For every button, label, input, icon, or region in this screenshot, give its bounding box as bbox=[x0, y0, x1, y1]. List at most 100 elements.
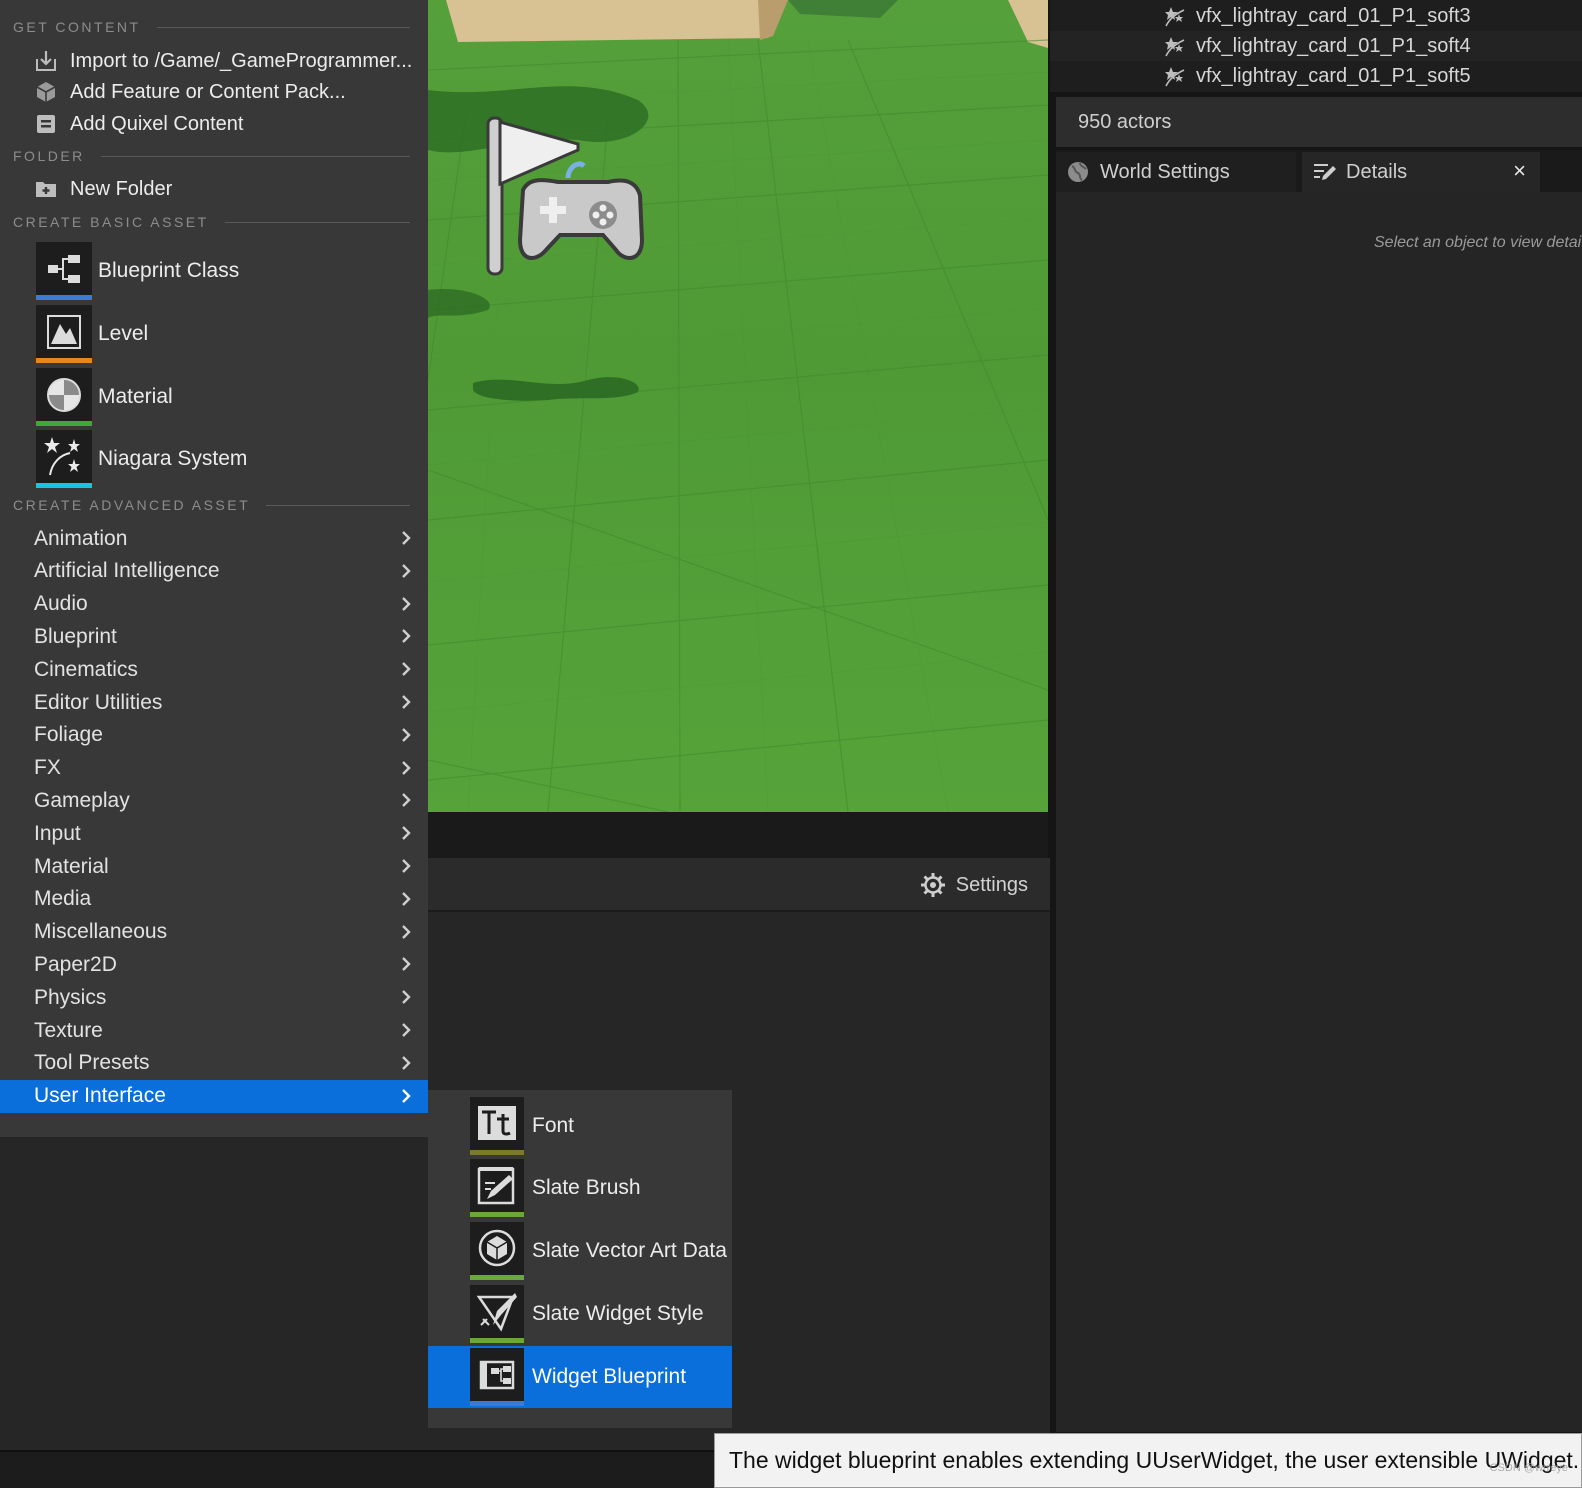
slate-vector-art-data-item[interactable]: Slate Vector Art Data bbox=[428, 1220, 732, 1282]
world-outliner: vfx_lightray_card_01_P1_soft3 vfx_lightr… bbox=[1050, 0, 1582, 92]
new-folder-icon bbox=[36, 182, 56, 197]
category-input[interactable]: Input bbox=[0, 817, 428, 850]
viewport-footer bbox=[428, 812, 1048, 858]
menu-item-label: Add Quixel Content bbox=[70, 112, 244, 135]
category-media[interactable]: Media bbox=[0, 883, 428, 916]
category-tool-presets[interactable]: Tool Presets bbox=[0, 1047, 428, 1080]
chevron-right-icon bbox=[402, 563, 411, 578]
settings-button[interactable]: Settings bbox=[920, 870, 1028, 900]
asset-thumbnail bbox=[36, 430, 92, 488]
details-panel: Select an object to view detai bbox=[1056, 192, 1582, 1432]
category-editor-utilities[interactable]: Editor Utilities bbox=[0, 686, 428, 719]
close-icon[interactable]: × bbox=[1513, 160, 1526, 182]
category-texture[interactable]: Texture bbox=[0, 1014, 428, 1047]
details-tab-strip: World Settings Details × bbox=[1056, 150, 1582, 192]
outliner-row[interactable]: vfx_lightray_card_01_P1_soft4 bbox=[1050, 31, 1582, 61]
level-viewport[interactable] bbox=[428, 0, 1048, 812]
asset-label: Blueprint Class bbox=[98, 259, 240, 282]
chevron-right-icon bbox=[402, 990, 411, 1005]
category-audio[interactable]: Audio bbox=[0, 588, 428, 621]
category-blueprint[interactable]: Blueprint bbox=[0, 620, 428, 653]
niagara-system-item[interactable]: Niagara System bbox=[36, 430, 426, 488]
gear-icon bbox=[920, 873, 945, 897]
category-label: Tool Presets bbox=[34, 1051, 150, 1075]
section-label: FOLDER bbox=[13, 148, 85, 164]
asset-color-bar bbox=[36, 421, 92, 426]
asset-color-bar bbox=[36, 358, 92, 363]
category-label: Cinematics bbox=[34, 657, 138, 681]
submenu-item-label: Widget Blueprint bbox=[532, 1365, 687, 1388]
outliner-row[interactable]: vfx_lightray_card_01_P1_soft5 bbox=[1050, 61, 1582, 91]
material-icon bbox=[47, 378, 81, 412]
blueprint-class-item[interactable]: Blueprint Class bbox=[36, 242, 426, 300]
outliner-row-label: vfx_lightray_card_01_P1_soft5 bbox=[1196, 64, 1471, 87]
category-label: Artificial Intelligence bbox=[34, 559, 220, 583]
tab-details[interactable]: Details × bbox=[1302, 152, 1540, 192]
chevron-right-icon bbox=[402, 859, 411, 873]
asset-label: Level bbox=[98, 322, 149, 345]
chevron-right-icon bbox=[402, 826, 411, 841]
section-folder: FOLDER bbox=[13, 146, 410, 166]
category-label: Paper2D bbox=[34, 952, 117, 976]
slate-brush-icon bbox=[477, 1167, 515, 1205]
category-paper2d[interactable]: Paper2D bbox=[0, 948, 428, 981]
quixel-icon bbox=[37, 115, 55, 133]
asset-color-bar bbox=[36, 483, 92, 488]
asset-color-bar bbox=[470, 1401, 524, 1406]
chevron-right-icon bbox=[402, 727, 411, 742]
section-create-basic-asset: CREATE BASIC ASSET bbox=[13, 212, 410, 232]
new-folder-menu-item[interactable]: New Folder bbox=[34, 173, 424, 205]
add-quixel-menu-item[interactable]: Add Quixel Content bbox=[34, 108, 424, 140]
asset-thumbnail bbox=[36, 242, 92, 300]
category-artificial-intelligence[interactable]: Artificial Intelligence bbox=[0, 555, 428, 588]
category-label: Media bbox=[34, 887, 92, 911]
submenu-item-label: Slate Brush bbox=[532, 1176, 641, 1199]
edit-icon bbox=[1314, 164, 1336, 180]
chevron-right-icon bbox=[402, 596, 411, 611]
asset-color-bar bbox=[470, 1338, 524, 1343]
outliner-row[interactable]: vfx_lightray_card_01_P1_soft3 bbox=[1050, 1, 1582, 31]
chevron-right-icon bbox=[402, 924, 411, 939]
material-item[interactable]: Material bbox=[36, 368, 426, 426]
asset-thumbnail bbox=[470, 1222, 524, 1280]
chevron-right-icon bbox=[402, 1023, 411, 1037]
category-cinematics[interactable]: Cinematics bbox=[0, 653, 428, 686]
category-label: Audio bbox=[34, 592, 88, 616]
level-icon bbox=[47, 315, 81, 349]
asset-color-bar bbox=[470, 1275, 524, 1280]
menu-item-label: Add Feature or Content Pack... bbox=[70, 80, 346, 103]
submenu-item-label: Slate Widget Style bbox=[532, 1302, 704, 1325]
category-fx[interactable]: FX bbox=[0, 752, 428, 785]
section-label: CREATE ADVANCED ASSET bbox=[13, 497, 251, 513]
level-item[interactable]: Level bbox=[36, 305, 426, 363]
add-content-pack-menu-item[interactable]: Add Feature or Content Pack... bbox=[34, 76, 424, 108]
category-miscellaneous[interactable]: Miscellaneous bbox=[0, 916, 428, 949]
niagara-actor-icon bbox=[1165, 67, 1185, 87]
tab-details-label: Details bbox=[1346, 160, 1408, 183]
chevron-right-icon bbox=[402, 957, 411, 972]
category-label: Foliage bbox=[34, 723, 103, 747]
category-material[interactable]: Material bbox=[0, 850, 428, 883]
slate-brush-item[interactable]: Slate Brush bbox=[428, 1157, 732, 1219]
category-label: Gameplay bbox=[34, 788, 130, 812]
submenu-item-label: Slate Vector Art Data bbox=[532, 1239, 727, 1262]
tab-world-settings[interactable]: World Settings bbox=[1056, 152, 1296, 192]
category-animation[interactable]: Animation bbox=[0, 522, 428, 555]
settings-label: Settings bbox=[955, 873, 1028, 896]
font-item[interactable]: Font bbox=[428, 1095, 732, 1157]
niagara-actor-icon bbox=[1165, 37, 1185, 57]
slate-widget-style-item[interactable]: Slate Widget Style bbox=[428, 1283, 732, 1345]
category-foliage[interactable]: Foliage bbox=[0, 719, 428, 752]
category-label: Miscellaneous bbox=[34, 920, 168, 944]
category-user-interface[interactable]: User Interface bbox=[0, 1079, 428, 1113]
import-menu-item[interactable]: Import to /Game/_GameProgrammer... bbox=[34, 45, 424, 77]
menu-item-label: New Folder bbox=[70, 177, 173, 200]
globe-icon bbox=[1068, 162, 1088, 182]
category-gameplay[interactable]: Gameplay bbox=[0, 784, 428, 817]
category-physics[interactable]: Physics bbox=[0, 981, 428, 1014]
asset-thumbnail bbox=[36, 305, 92, 363]
blueprint-class-icon bbox=[48, 255, 80, 283]
chevron-right-icon bbox=[402, 629, 411, 644]
category-label: User Interface bbox=[34, 1084, 166, 1108]
widget-blueprint-item[interactable]: Widget Blueprint bbox=[428, 1346, 732, 1408]
